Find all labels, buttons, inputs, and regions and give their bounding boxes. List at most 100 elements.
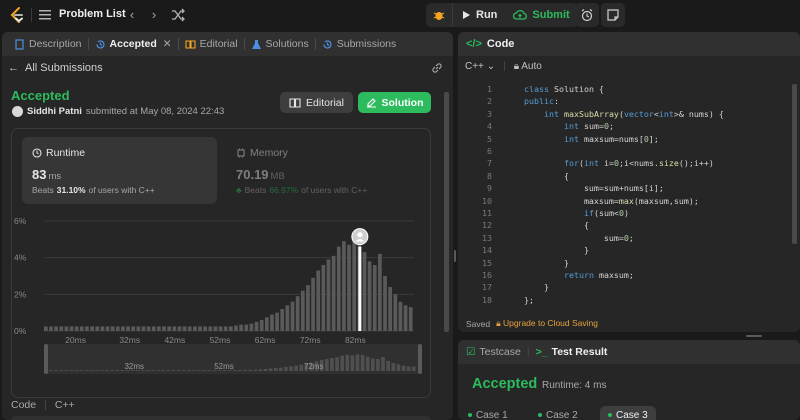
auto-mode-toggle[interactable]: 🔒︎ Auto xyxy=(514,61,542,72)
cloud-upload-icon xyxy=(513,9,528,20)
case-tab-1[interactable]: Case 1 xyxy=(460,406,516,420)
avatar[interactable] xyxy=(12,106,23,117)
test-panel-header: ☑ Testcase | >_ Test Result xyxy=(458,340,800,364)
case-tab-2[interactable]: Case 2 xyxy=(530,406,586,420)
close-tab-icon[interactable]: ✕ xyxy=(163,38,172,50)
line-code: { xyxy=(524,170,569,181)
tab-editorial[interactable]: Editorial xyxy=(179,32,244,56)
run-button[interactable]: Run xyxy=(453,3,505,27)
chart-bar xyxy=(74,326,79,331)
case-label: Case 3 xyxy=(616,409,648,420)
pass-dot-icon xyxy=(538,413,542,417)
submit-button[interactable]: Submit xyxy=(505,3,577,27)
chart-bar xyxy=(244,324,249,331)
link-icon[interactable] xyxy=(431,62,443,74)
code-line[interactable]: 2 public: xyxy=(458,96,800,108)
tab-test-result[interactable]: >_ Test Result xyxy=(536,346,608,358)
tab-description[interactable]: Description xyxy=(8,32,88,56)
code-line[interactable]: 10 maxsum=max(maxsum,sum); xyxy=(458,196,800,208)
previous-problem-button[interactable]: ‹ xyxy=(124,7,140,23)
code-line[interactable]: 17 } xyxy=(458,282,800,294)
code-line[interactable]: 16 return maxsum; xyxy=(458,270,800,282)
chart-bar xyxy=(167,326,172,331)
leetcode-logo-icon[interactable] xyxy=(8,6,26,24)
book-icon xyxy=(289,97,301,108)
line-code: maxsum=max(maxsum,sum); xyxy=(524,195,699,206)
range-bar xyxy=(340,355,345,371)
editorial-button[interactable]: Editorial xyxy=(280,92,353,113)
range-handle-left[interactable] xyxy=(44,344,48,374)
code-line[interactable]: 18}; xyxy=(458,295,800,307)
editor-scrollbar[interactable] xyxy=(792,84,797,244)
next-problem-button[interactable]: › xyxy=(146,7,162,23)
upgrade-cloud-link[interactable]: 🔒︎ Upgrade to Cloud Saving xyxy=(496,318,598,329)
runtime-label: Runtime xyxy=(46,147,86,159)
history-icon xyxy=(323,39,332,49)
range-bar xyxy=(74,370,79,371)
timer-button[interactable] xyxy=(575,3,599,27)
divider xyxy=(31,8,32,22)
tab-label: Editorial xyxy=(199,38,238,50)
code-line[interactable]: 7 for(int i=0;i<nums.size();i++) xyxy=(458,158,800,170)
chart-bar xyxy=(229,326,233,331)
tab-testcase[interactable]: ☑ Testcase xyxy=(466,346,521,358)
line-code: } xyxy=(524,282,549,293)
solution-button[interactable]: Solution xyxy=(358,92,431,113)
code-line[interactable]: 5 int maxsum=nums[0]; xyxy=(458,134,800,146)
code-line[interactable]: 13 sum=0; xyxy=(458,233,800,245)
range-handle-right[interactable] xyxy=(418,344,422,374)
code-line[interactable]: 1 class Solution { xyxy=(458,84,800,96)
submitter-name[interactable]: Siddhi Patni xyxy=(27,106,82,117)
range-bar xyxy=(335,357,339,371)
code-editor[interactable]: 1 class Solution {2 public: 3 int maxSubArr… xyxy=(458,82,800,307)
x-tick-label: 82ms xyxy=(345,335,366,345)
x-tick-label: 72ms xyxy=(300,335,321,345)
code-line[interactable]: 15 } xyxy=(458,258,800,270)
debug-button[interactable] xyxy=(426,3,452,27)
chart-bar xyxy=(90,326,94,331)
chart-bar xyxy=(110,326,115,331)
runtime-distribution-chart[interactable]: 6% 4% 2% 0% 20ms 32ms 42ms 52ms 62ms 72ms 82ms 32ms… xyxy=(12,209,432,389)
tab-label: Description xyxy=(29,38,82,50)
all-submissions-link[interactable]: ← All Submissions xyxy=(8,62,103,74)
resize-handle[interactable] xyxy=(746,335,762,337)
sprout-icon: ♣ xyxy=(236,185,242,195)
range-bar xyxy=(330,358,334,371)
line-code: sum=sum+nums[i]; xyxy=(524,183,664,194)
code-line[interactable]: 14 } xyxy=(458,245,800,257)
code-line[interactable]: 8 { xyxy=(458,171,800,183)
language-select[interactable]: C++ ⌄ xyxy=(465,61,495,72)
code-line[interactable]: 11 if(sum<0) xyxy=(458,208,800,220)
code-line[interactable]: 9 sum=sum+nums[i]; xyxy=(458,183,800,195)
line-code: return maxsum; xyxy=(563,270,634,280)
problem-list-link[interactable]: Problem List xyxy=(59,8,126,20)
shuffle-icon[interactable] xyxy=(170,7,186,23)
range-bar xyxy=(273,368,278,371)
line-number: 9 xyxy=(487,183,492,194)
edit-icon xyxy=(366,98,376,108)
problem-list-icon[interactable] xyxy=(38,8,52,22)
code-line[interactable]: 6 xyxy=(458,146,800,158)
notes-button[interactable] xyxy=(601,3,625,27)
case-tab-3[interactable]: Case 3 xyxy=(600,406,656,420)
code-line[interactable]: 3 int maxSubArray(vector<int>& nums) { xyxy=(458,109,800,121)
code-line[interactable]: 12 { xyxy=(458,220,800,232)
range-bar xyxy=(79,370,84,371)
chart-bar xyxy=(218,326,223,331)
scrollbar-thumb[interactable] xyxy=(444,92,449,332)
line-number: 7 xyxy=(487,158,492,169)
line-number: 5 xyxy=(487,133,492,144)
chart-bar xyxy=(367,261,372,331)
range-tick-label: 72ms xyxy=(304,362,324,371)
tab-solutions[interactable]: Solutions xyxy=(245,32,315,56)
chart-bar xyxy=(69,326,74,331)
tab-submissions[interactable]: Submissions xyxy=(316,32,403,56)
resize-handle[interactable] xyxy=(454,250,456,262)
terminal-icon: >_ xyxy=(535,346,548,358)
memory-card[interactable]: Memory 70.19 MB ♣ Beats 66.97% of users w… xyxy=(226,137,421,204)
tab-accepted[interactable]: Accepted ✕ xyxy=(89,32,178,56)
runtime-card[interactable]: Runtime 83 ms Beats 31.10% of users with … xyxy=(22,137,217,204)
range-bar xyxy=(238,370,242,371)
code-line[interactable]: 4 int sum=0; xyxy=(458,121,800,133)
language-bar: C++ ⌄ | 🔒︎ Auto xyxy=(465,61,542,72)
